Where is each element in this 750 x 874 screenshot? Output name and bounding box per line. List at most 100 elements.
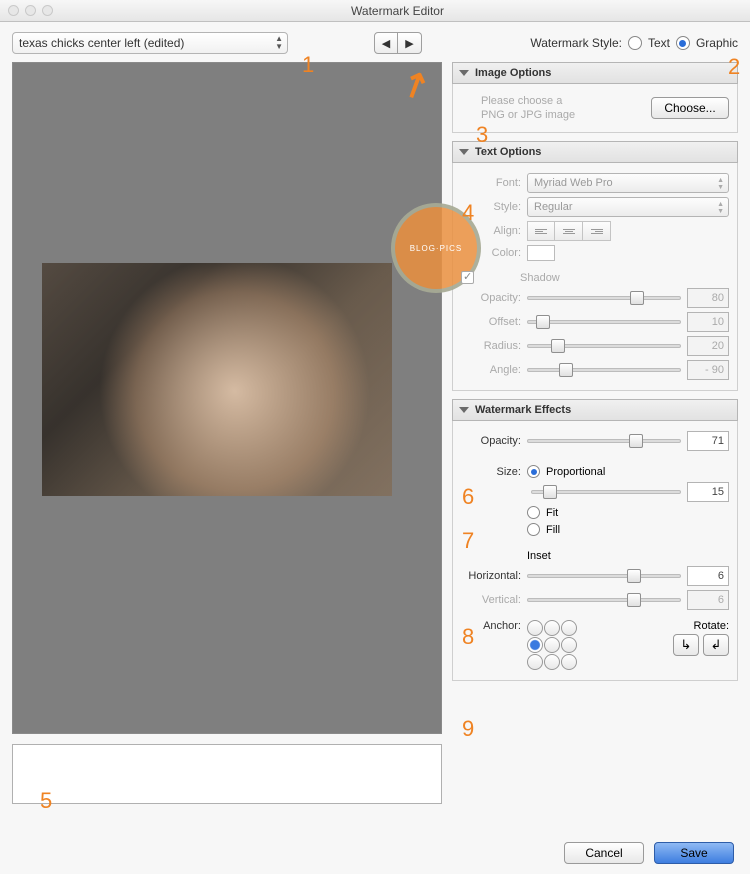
rotate-ccw-button[interactable]: ↳ xyxy=(673,634,699,656)
annotation-5: 5 xyxy=(40,788,52,814)
rotate-group: Rotate: ↳ ↲ xyxy=(673,620,729,656)
chevron-updown-icon: ▲▼ xyxy=(275,35,283,51)
anchor-br[interactable] xyxy=(561,654,577,670)
preview-canvas: ↗ BLOG·PICS ✦ xyxy=(12,62,442,734)
align-left-button xyxy=(527,221,555,241)
size-proportional-label: Proportional xyxy=(546,466,605,478)
annotation-1: 1 xyxy=(302,52,314,78)
image-options-title: Image Options xyxy=(475,67,551,79)
inset-horizontal-label: Horizontal: xyxy=(461,570,521,582)
annotation-8: 8 xyxy=(462,624,474,650)
nav-buttons: ◀ ▶ xyxy=(374,32,422,54)
close-traffic[interactable] xyxy=(8,5,19,16)
anchor-ml[interactable] xyxy=(527,637,543,653)
choose-image-button[interactable]: Choose... xyxy=(651,97,729,119)
annotation-6: 6 xyxy=(462,484,474,510)
titlebar: Watermark Editor xyxy=(0,0,750,22)
style-graphic-label: Graphic xyxy=(696,36,738,50)
size-fit-label: Fit xyxy=(546,507,558,519)
annotation-2: 2 xyxy=(728,54,740,80)
anchor-tr[interactable] xyxy=(561,620,577,636)
minimize-traffic[interactable] xyxy=(25,5,36,16)
watermark-text-input[interactable] xyxy=(12,744,442,804)
shadow-opacity-label: Opacity: xyxy=(461,292,521,304)
preset-dropdown[interactable]: texas chicks center left (edited) ▲▼ xyxy=(12,32,288,54)
size-fill-radio[interactable] xyxy=(527,523,540,536)
zoom-traffic[interactable] xyxy=(42,5,53,16)
size-proportional-radio[interactable] xyxy=(527,465,540,478)
watermark-effects-section: Watermark Effects Opacity: 71 Size: Prop… xyxy=(452,399,738,681)
shadow-radius-value: 20 xyxy=(687,336,729,356)
size-proportional-value[interactable]: 15 xyxy=(687,482,729,502)
text-options-header[interactable]: Text Options xyxy=(452,141,738,163)
anchor-tc[interactable] xyxy=(544,620,560,636)
inset-vertical-slider xyxy=(527,591,681,609)
shadow-angle-value: - 90 xyxy=(687,360,729,380)
anchor-tl[interactable] xyxy=(527,620,543,636)
watermark-style-row: Watermark Style: Text Graphic xyxy=(530,36,738,50)
size-proportional-slider[interactable] xyxy=(531,483,681,501)
annotation-7: 7 xyxy=(462,528,474,554)
traffic-lights xyxy=(8,5,53,16)
size-label: Size: xyxy=(461,466,521,478)
inset-label: Inset xyxy=(527,550,551,562)
align-right-button xyxy=(583,221,611,241)
wm-opacity-label: Opacity: xyxy=(461,435,521,447)
shadow-offset-slider xyxy=(527,313,681,331)
anchor-mc[interactable] xyxy=(544,637,560,653)
inset-horizontal-slider[interactable] xyxy=(527,567,681,585)
annotation-4: 4 xyxy=(462,200,474,226)
font-dropdown: Myriad Web Pro▲▼ xyxy=(527,173,729,193)
next-button[interactable]: ▶ xyxy=(398,32,422,54)
footer: Cancel Save xyxy=(564,842,734,864)
style-text-label: Text xyxy=(648,36,670,50)
inset-vertical-label: Vertical: xyxy=(461,594,521,606)
watermark-effects-title: Watermark Effects xyxy=(475,404,571,416)
chevron-down-icon xyxy=(459,407,469,413)
color-swatch xyxy=(527,245,555,261)
shadow-angle-label: Angle: xyxy=(461,364,521,376)
annotation-9: 9 xyxy=(462,716,474,742)
image-options-section: Image Options Please choose a PNG or JPG… xyxy=(452,62,738,133)
anchor-bl[interactable] xyxy=(527,654,543,670)
image-options-header[interactable]: Image Options xyxy=(452,62,738,84)
shadow-opacity-value: 80 xyxy=(687,288,729,308)
anchor-grid[interactable] xyxy=(527,620,577,670)
align-buttons xyxy=(527,221,611,241)
shadow-offset-value: 10 xyxy=(687,312,729,332)
size-fill-label: Fill xyxy=(546,524,560,536)
text-options-section: Text Options Font: Myriad Web Pro▲▼ Styl… xyxy=(452,141,738,391)
annotation-3: 3 xyxy=(476,122,488,148)
save-button[interactable]: Save xyxy=(654,842,734,864)
size-fit-radio[interactable] xyxy=(527,506,540,519)
shadow-offset-label: Offset: xyxy=(461,316,521,328)
shadow-label: Shadow xyxy=(520,272,560,284)
prev-button[interactable]: ◀ xyxy=(374,32,398,54)
preset-name: texas chicks center left (edited) xyxy=(19,36,184,50)
chevron-down-icon xyxy=(459,149,469,155)
preview-column: ↗ BLOG·PICS ✦ xyxy=(12,62,442,804)
rotate-label: Rotate: xyxy=(673,620,729,632)
rotate-cw-button[interactable]: ↲ xyxy=(703,634,729,656)
anchor-bc[interactable] xyxy=(544,654,560,670)
style-graphic-radio[interactable] xyxy=(676,36,690,50)
cancel-button[interactable]: Cancel xyxy=(564,842,644,864)
wm-opacity-value[interactable]: 71 xyxy=(687,431,729,451)
watermark-effects-header[interactable]: Watermark Effects xyxy=(452,399,738,421)
shadow-radius-label: Radius: xyxy=(461,340,521,352)
font-style-dropdown: Regular▲▼ xyxy=(527,197,729,217)
preview-photo: ✦ xyxy=(42,263,392,496)
style-label: Watermark Style: xyxy=(530,36,622,50)
style-text-radio[interactable] xyxy=(628,36,642,50)
content: texas chicks center left (edited) ▲▼ ◀ ▶… xyxy=(0,22,750,874)
anchor-mr[interactable] xyxy=(561,637,577,653)
chevron-down-icon xyxy=(459,70,469,76)
wm-opacity-slider[interactable] xyxy=(527,432,681,450)
shadow-opacity-slider xyxy=(527,289,681,307)
inset-vertical-value: 6 xyxy=(687,590,729,610)
window-title: Watermark Editor xyxy=(53,4,742,18)
annotation-arrow-icon: ↗ xyxy=(393,61,436,109)
shadow-radius-slider xyxy=(527,337,681,355)
top-row: texas chicks center left (edited) ▲▼ ◀ ▶… xyxy=(12,32,738,54)
inset-horizontal-value[interactable]: 6 xyxy=(687,566,729,586)
